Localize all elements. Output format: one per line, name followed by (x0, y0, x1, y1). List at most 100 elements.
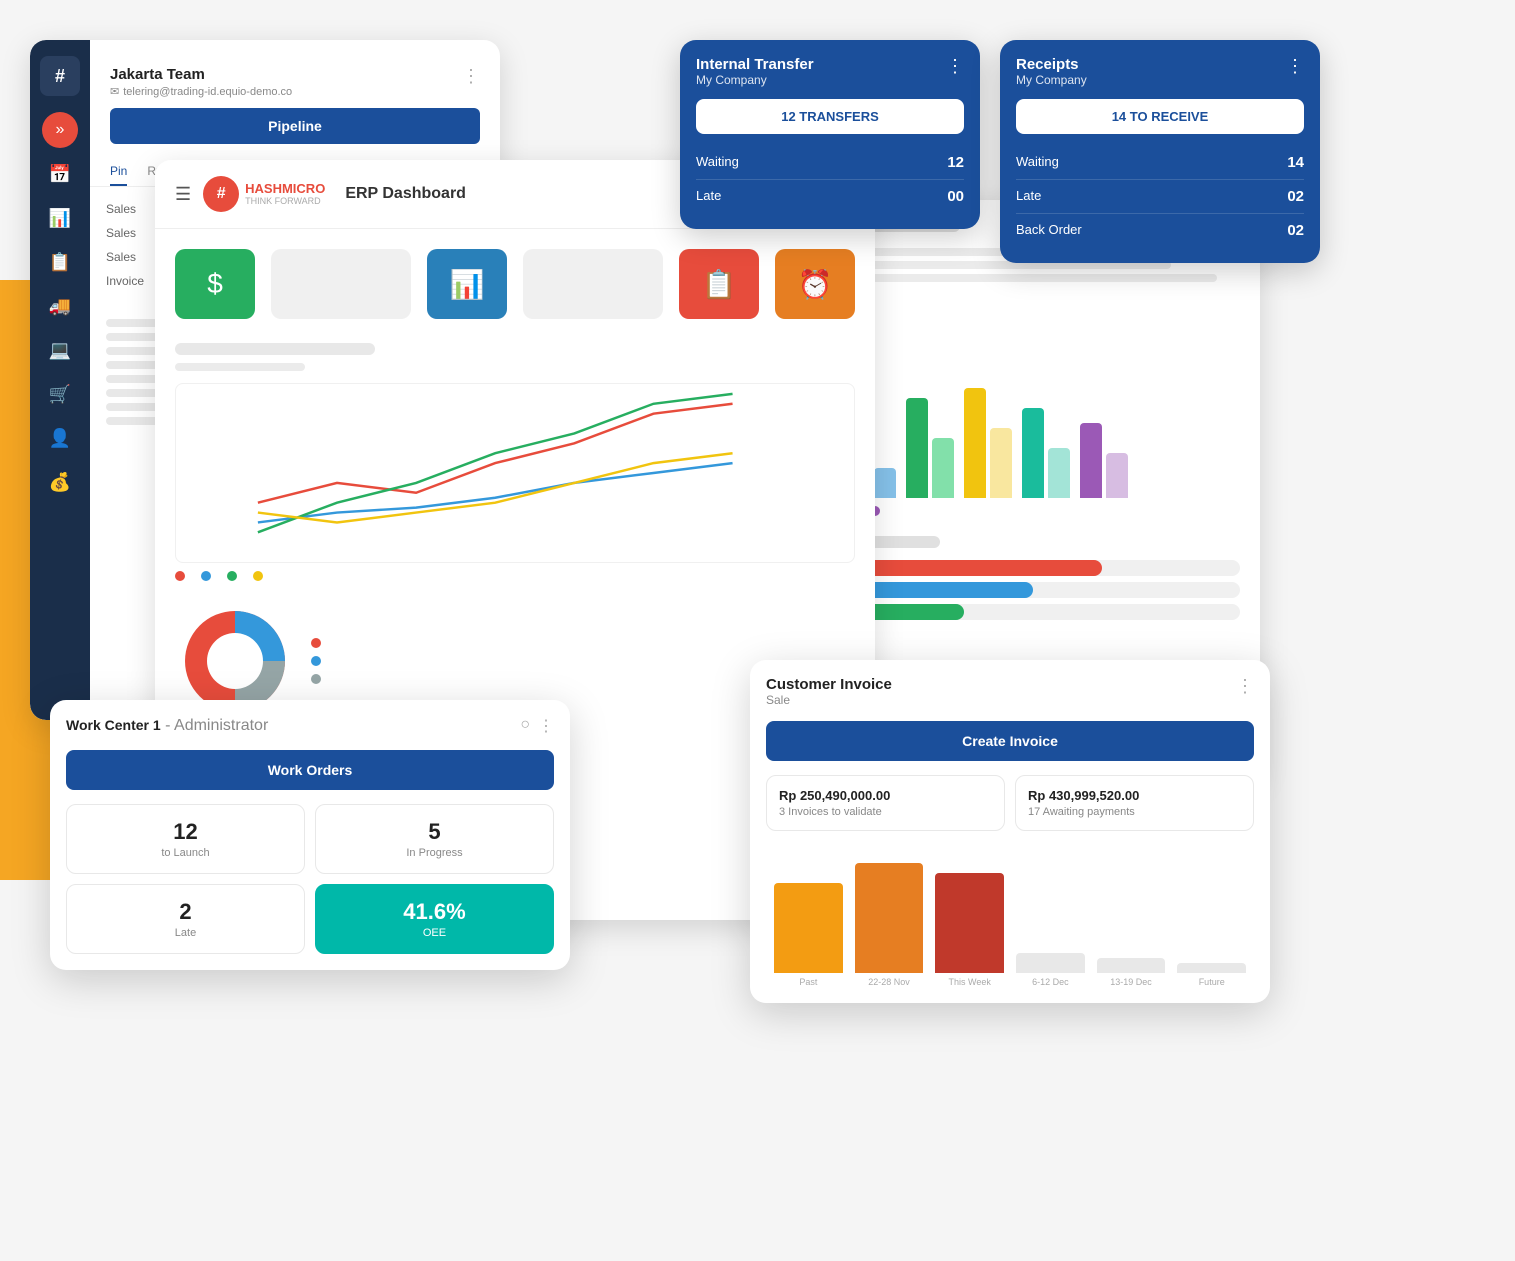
sidebar-icon-cart[interactable]: 🛒 (42, 376, 78, 412)
bar-green-3 (906, 398, 928, 498)
receipts-menu-dots[interactable]: ⋮ (1286, 56, 1304, 77)
inv-bar-dec1-fill (1016, 953, 1085, 973)
stat-to-launch-num: 12 (81, 819, 290, 845)
tab-pin[interactable]: Pin (110, 158, 127, 186)
inv-bar-future-fill (1177, 963, 1246, 973)
line-chart-legend (175, 571, 855, 581)
waiting-stat: Waiting 12 (696, 146, 964, 180)
receipts-subtitle: My Company (1016, 73, 1087, 87)
erp-brand-text: HASHMICRO THINK FORWARD (245, 182, 325, 206)
inv-bar-nov: 22-28 Nov (855, 863, 924, 987)
bar-yellow-4 (964, 388, 986, 498)
stat-in-progress-label: In Progress (330, 847, 539, 859)
inv-amount-lbl-1: 3 Invoices to validate (779, 806, 992, 818)
sidebar-icon-user[interactable]: 👤 (42, 420, 78, 456)
kpi-placeholder-1 (271, 249, 411, 319)
transfer-title-group: Internal Transfer My Company (696, 56, 814, 87)
jakarta-header: Jakarta Team ✉ telering@trading-id.equio… (90, 50, 500, 108)
receipts-waiting-stat: Waiting 14 (1016, 146, 1304, 180)
bar-group-5 (1022, 408, 1070, 498)
wc-subtitle: - Administrator (165, 717, 268, 734)
stat-in-progress: 5 In Progress (315, 804, 554, 874)
kpi-chart[interactable]: 📊 (427, 249, 507, 319)
transfer-menu-dots[interactable]: ⋮ (946, 56, 964, 77)
stat-late-label: Late (81, 927, 290, 939)
waiting-value: 12 (947, 154, 964, 171)
hamburger-icon[interactable]: ☰ (175, 184, 191, 205)
sidebar-icon-monitor[interactable]: 💻 (42, 332, 78, 368)
line-chart-area (175, 383, 855, 563)
hash-logo: # (203, 176, 239, 212)
kpi-placeholder-2 (523, 249, 663, 319)
late-label: Late (696, 188, 721, 205)
inv-subtitle: Sale (766, 693, 892, 707)
receipts-title: Receipts (1016, 56, 1087, 73)
chart-sublabel (175, 363, 305, 371)
late-stat: Late 00 (696, 180, 964, 213)
create-invoice-button[interactable]: Create Invoice (766, 721, 1254, 761)
internal-transfer-card: Internal Transfer My Company ⋮ 12 TRANSF… (680, 40, 980, 229)
inv-bar-dec2-fill (1097, 958, 1166, 973)
inv-chart-area: Past 22-28 Nov This Week 6-12 Dec 13-19 … (766, 847, 1254, 987)
sidebar-icon-list[interactable]: 📋 (42, 244, 78, 280)
inv-bar-thisweek: This Week (935, 873, 1004, 987)
stat-to-launch-label: to Launch (81, 847, 290, 859)
jakarta-menu-dots[interactable]: ⋮ (462, 66, 480, 87)
inv-bar-thisweek-fill (935, 873, 1004, 973)
late-value: 00 (947, 188, 964, 205)
kpi-row: $ 📊 📋 ⏰ (175, 249, 855, 319)
receipts-backorder-stat: Back Order 02 (1016, 214, 1304, 247)
bar-group-6 (1080, 423, 1128, 498)
chart-label-placeholder (175, 343, 375, 355)
receipts-waiting-label: Waiting (1016, 154, 1059, 171)
sidebar-icon-truck[interactable]: 🚚 (42, 288, 78, 324)
transfer-header: Internal Transfer My Company ⋮ (696, 56, 964, 87)
pipeline-button[interactable]: Pipeline (110, 108, 480, 144)
wc-circle-icon: ○ (520, 716, 530, 736)
inv-bar-past-fill (774, 883, 843, 973)
transfers-button[interactable]: 12 TRANSFERS (696, 99, 964, 134)
inv-bar-dec1-label: 6-12 Dec (1032, 977, 1069, 987)
customer-invoice-card: Customer Invoice Sale ⋮ Create Invoice R… (750, 660, 1270, 1003)
legend-blue (201, 571, 211, 581)
kpi-clock[interactable]: ⏰ (775, 249, 855, 319)
inv-bar-nov-fill (855, 863, 924, 973)
stat-oee-label: OEE (330, 927, 539, 939)
inv-bar-dec1: 6-12 Dec (1016, 953, 1085, 987)
sidebar-icon-calendar[interactable]: 📅 (42, 156, 78, 192)
inv-bar-nov-label: 22-28 Nov (868, 977, 910, 987)
inv-amount-val-2: Rp 430,999,520.00 (1028, 788, 1241, 803)
sidebar-nav: # » 📅 📊 📋 🚚 💻 🛒 👤 💰 (30, 40, 90, 720)
bar-group-3 (906, 398, 954, 498)
stat-oee-num: 41.6% (330, 899, 539, 925)
inv-amount-lbl-2: 17 Awaiting payments (1028, 806, 1241, 818)
inv-bar-past-label: Past (799, 977, 817, 987)
inv-title: Customer Invoice (766, 676, 892, 693)
stat-to-launch: 12 to Launch (66, 804, 305, 874)
work-orders-button[interactable]: Work Orders (66, 750, 554, 790)
inv-amount-awaiting: Rp 430,999,520.00 17 Awaiting payments (1015, 775, 1254, 831)
sidebar-arrow[interactable]: » (42, 112, 78, 148)
receipts-waiting-value: 14 (1287, 154, 1304, 171)
sidebar-icon-chart[interactable]: 📊 (42, 200, 78, 236)
bar-light-blue-2 (874, 468, 896, 498)
inv-menu-dots[interactable]: ⋮ (1236, 676, 1254, 697)
receipts-title-group: Receipts My Company (1016, 56, 1087, 87)
legend-red (175, 571, 185, 581)
transfer-subtitle: My Company (696, 73, 814, 87)
inv-amount-validate: Rp 250,490,000.00 3 Invoices to validate (766, 775, 1005, 831)
kpi-dollar[interactable]: $ (175, 249, 255, 319)
receipts-backorder-value: 02 (1287, 222, 1304, 239)
stat-oee: 41.6% OEE (315, 884, 554, 954)
bar-purple-6 (1080, 423, 1102, 498)
receipts-late-stat: Late 02 (1016, 180, 1304, 214)
kpi-doc[interactable]: 📋 (679, 249, 759, 319)
inv-header: Customer Invoice Sale ⋮ (766, 676, 1254, 707)
wc-menu-dots[interactable]: ⋮ (538, 716, 554, 736)
inv-title-group: Customer Invoice Sale (766, 676, 892, 707)
stat-late: 2 Late (66, 884, 305, 954)
receive-button[interactable]: 14 TO RECEIVE (1016, 99, 1304, 134)
wc-icons: ○ ⋮ (520, 716, 554, 736)
pie-legend-grey (311, 674, 321, 684)
sidebar-icon-coins[interactable]: 💰 (42, 464, 78, 500)
